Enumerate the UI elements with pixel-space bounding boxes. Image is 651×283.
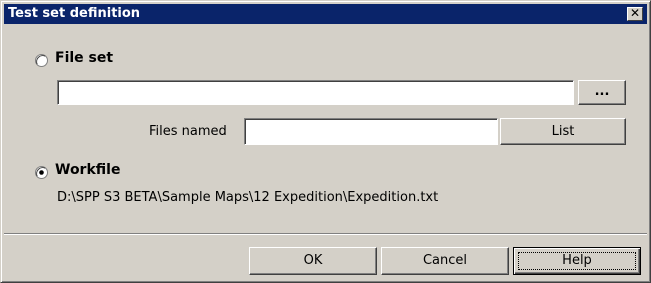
close-button[interactable]: ✕ xyxy=(627,7,643,21)
ok-button-label: OK xyxy=(303,253,323,268)
title-bar[interactable]: Test set definition ✕ xyxy=(4,4,647,24)
help-focus-ring xyxy=(518,252,636,270)
cancel-button[interactable]: Cancel xyxy=(381,247,509,275)
browse-button-label: ... xyxy=(594,84,610,99)
help-button[interactable]: Help xyxy=(513,247,641,275)
workfile-label[interactable]: Workfile xyxy=(55,162,120,178)
files-named-input[interactable] xyxy=(244,118,498,145)
browse-button[interactable]: ... xyxy=(578,80,626,105)
list-button-label: List xyxy=(551,124,575,139)
close-icon: ✕ xyxy=(629,6,641,20)
list-button[interactable]: List xyxy=(500,118,626,145)
files-named-label: Files named xyxy=(149,124,227,139)
ok-button[interactable]: OK xyxy=(249,247,377,275)
button-separator xyxy=(4,233,647,235)
workfile-radio[interactable] xyxy=(35,166,48,179)
file-set-radio[interactable] xyxy=(35,54,48,67)
dialog-title: Test set definition xyxy=(8,6,141,21)
cancel-button-label: Cancel xyxy=(422,253,468,268)
file-set-path-input[interactable] xyxy=(57,80,574,105)
test-set-dialog: Test set definition ✕ File set ... Files… xyxy=(0,0,651,283)
file-set-label[interactable]: File set xyxy=(55,50,113,66)
workfile-path: D:\SPP S3 BETA\Sample Maps\12 Expedition… xyxy=(57,190,439,205)
